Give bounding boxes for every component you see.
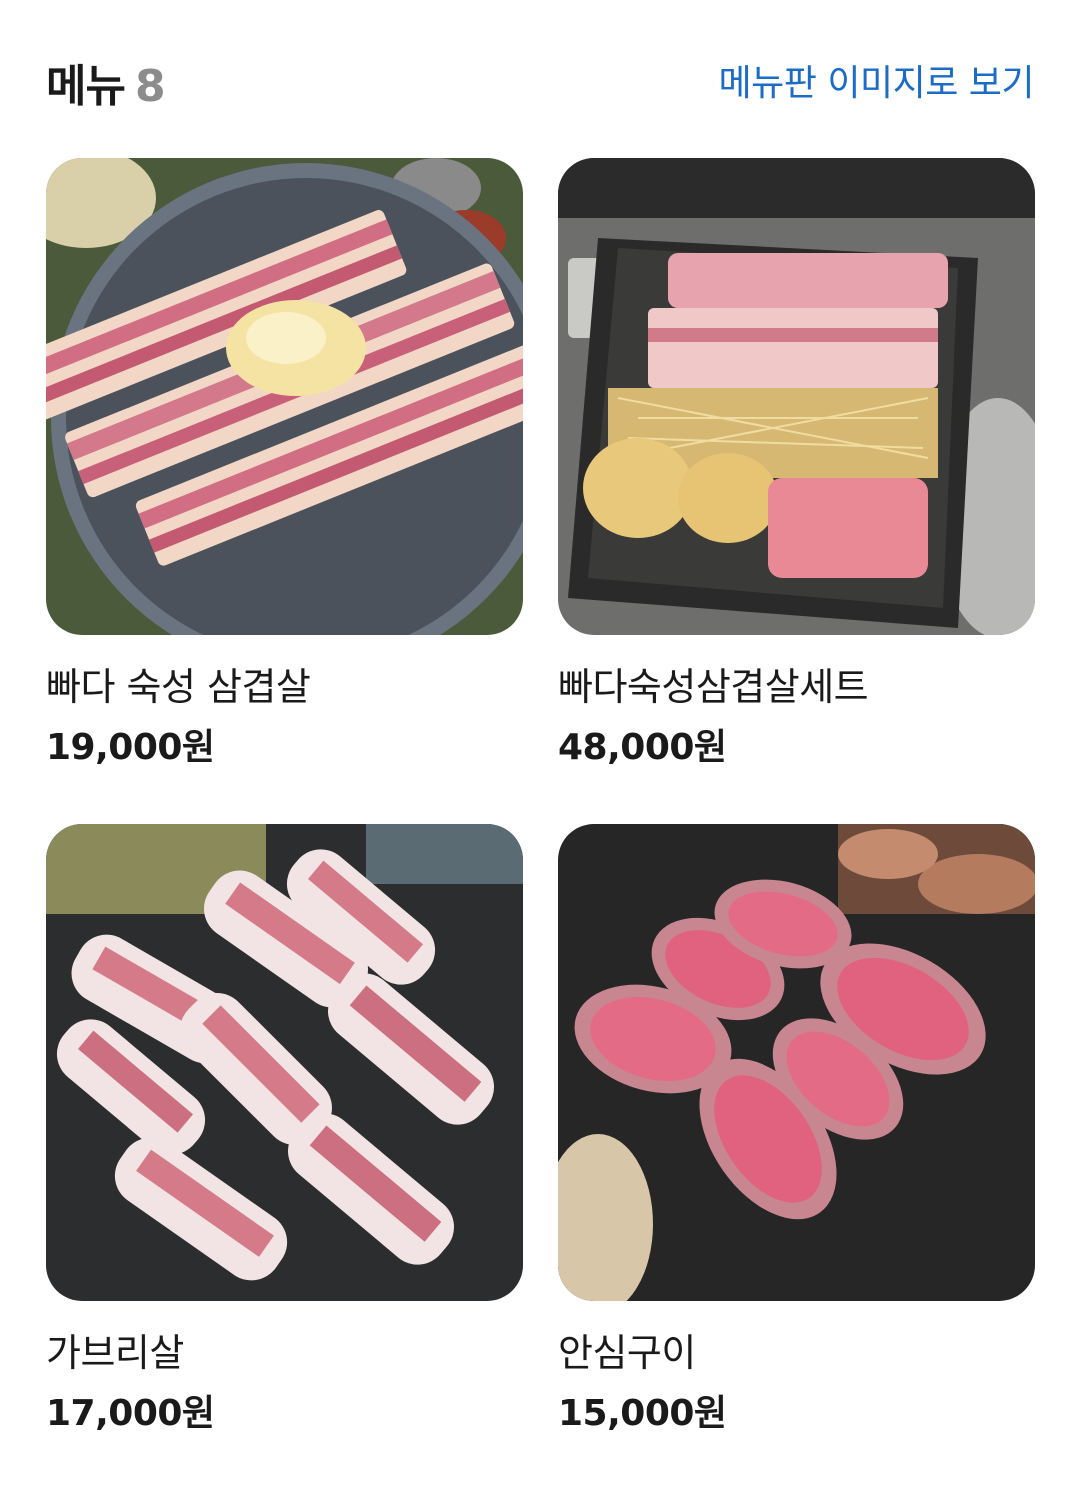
pork-set-photo	[558, 158, 1035, 635]
menu-item-name: 빠다 숙성 삼겹살	[46, 665, 311, 709]
tenderloin-photo	[558, 824, 1035, 1301]
menu-item-photo[interactable]	[46, 158, 523, 635]
section-title-label: 메뉴	[46, 61, 126, 112]
menu-item-photo[interactable]	[558, 824, 1035, 1301]
menu-item-price: 48,000원	[558, 727, 727, 768]
section-title: 메뉴 8	[46, 50, 166, 114]
view-menu-board-link[interactable]: 메뉴판 이미지로 보기	[719, 54, 1035, 106]
menu-item-price: 17,000원	[46, 1393, 215, 1434]
menu-count: 8	[134, 61, 166, 112]
menu-item-photo[interactable]	[46, 824, 523, 1301]
menu-item-card[interactable]: 안심구이 15,000원	[558, 824, 1035, 1437]
menu-item-name: 가브리살	[46, 1331, 184, 1375]
menu-item-price: 15,000원	[558, 1393, 727, 1434]
menu-item-card[interactable]: 빠다 숙성 삼겹살 19,000원	[46, 158, 523, 771]
menu-grid: 빠다 숙성 삼겹살 19,000원 빠다숙성삼겹살세트 48,000원 가브리살…	[46, 158, 1035, 1458]
menu-item-name: 빠다숙성삼겹살세트	[558, 665, 869, 709]
pork-belly-photo	[46, 158, 523, 635]
pork-jowl-photo	[46, 824, 523, 1301]
menu-item-name: 안심구이	[558, 1331, 696, 1375]
menu-item-photo[interactable]	[558, 158, 1035, 635]
menu-item-price: 19,000원	[46, 727, 215, 768]
menu-item-card[interactable]: 빠다숙성삼겹살세트 48,000원	[558, 158, 1035, 771]
menu-item-card[interactable]: 가브리살 17,000원	[46, 824, 523, 1437]
menu-header: 메뉴 8 메뉴판 이미지로 보기	[46, 40, 1035, 120]
